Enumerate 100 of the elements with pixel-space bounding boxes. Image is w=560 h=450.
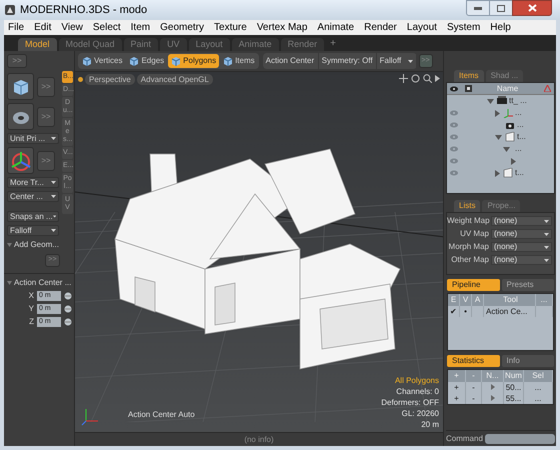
command-field[interactable] (484, 434, 555, 444)
tree-item[interactable]: ... (517, 119, 524, 131)
table-cell: ✔ (450, 306, 457, 317)
column-header: ... (536, 294, 553, 306)
dropdown-label: Snaps an ... (10, 212, 53, 222)
column-header: Tool (484, 294, 536, 306)
mesh-icon (503, 168, 513, 178)
torus-tool-button[interactable] (7, 103, 34, 130)
panel-tab[interactable]: Statistics (447, 355, 500, 367)
dropdown[interactable]: Symmetry: Off (318, 53, 377, 69)
panel-tab[interactable]: Info (502, 355, 554, 367)
mode-button[interactable]: Items (220, 54, 258, 68)
column-header: A (472, 294, 484, 306)
minimize-button[interactable] (466, 0, 490, 16)
viewport-overlay-text: Action Center Auto (128, 409, 195, 421)
dropdown-label: Falloff (380, 55, 402, 67)
cube-tool-button[interactable] (7, 73, 34, 100)
menu-item[interactable]: Texture (214, 20, 247, 35)
column-header: Num (504, 370, 524, 382)
dropdown-label: More Tr... (10, 178, 44, 188)
dropdown[interactable]: Unit Pri ... (7, 133, 59, 144)
viewport[interactable]: Perspective Advanced OpenGL Action Center Auto All Polygons Channels: 0 Deformers: OFF GL: 20260 20 m (75, 71, 443, 432)
field-label: Other Map (450, 254, 489, 266)
dropdown-label: (none) (494, 215, 518, 227)
viewport-info-text: Channels: 0 (396, 386, 439, 397)
mode-button[interactable]: Vertices (79, 54, 126, 68)
dropdown-label: Center ... (10, 192, 43, 202)
field-label: UV Map (459, 228, 489, 240)
tree-item[interactable]: ... (515, 143, 522, 155)
mesh-icon (505, 132, 515, 142)
menu-item[interactable]: Item (130, 20, 150, 35)
tree-item[interactable]: ... (515, 107, 522, 119)
close-button[interactable] (512, 0, 552, 16)
dropdown-label: (none) (494, 254, 518, 266)
collapse-arrow-icon (7, 243, 12, 247)
viewport-tab[interactable]: Advanced OpenGL (136, 74, 213, 85)
arrow-right-icon (435, 75, 440, 82)
rotate-icon (411, 74, 420, 83)
menu-item[interactable]: Help (490, 20, 511, 35)
axis-label: Y (28, 303, 34, 315)
table-cell: • (464, 306, 467, 317)
tree-item[interactable]: t... (515, 167, 524, 179)
dropdown[interactable]: Falloff (376, 53, 417, 69)
section-header[interactable]: Action Center ... (14, 277, 72, 289)
dropdown-label: (none) (494, 241, 518, 253)
dropdown[interactable]: (none) (491, 255, 552, 265)
table-cell: ... (534, 382, 542, 393)
dropdown-label: Unit Pri ... (10, 134, 46, 144)
tree-item[interactable]: tt_ ... (509, 95, 527, 107)
cube-icon (223, 56, 234, 66)
menu-item[interactable]: System (446, 20, 480, 35)
mode-label: Vertices (94, 55, 122, 67)
mode-label: Polygons (183, 55, 216, 67)
menu-item[interactable]: File (8, 20, 24, 35)
dropdown[interactable]: Snaps an ... (7, 211, 59, 222)
dropdown[interactable]: Action Center (262, 53, 319, 69)
mode-button[interactable]: Polygons (168, 54, 220, 68)
dropdown[interactable]: (none) (491, 242, 552, 252)
window-title: MODERNHO.3DS - modo (20, 2, 148, 18)
minimize-icon (474, 6, 482, 10)
dropdown[interactable]: Center ... (7, 191, 59, 202)
cube-icon (82, 56, 92, 66)
panel-tab[interactable]: Presets (502, 279, 554, 291)
clapboard-icon (497, 96, 507, 106)
menu-item[interactable]: Animate (317, 20, 354, 35)
close-icon (528, 4, 536, 12)
dropdown-label: Action Center (266, 55, 314, 67)
dropdown-label: (none) (494, 228, 518, 240)
search-icon (423, 74, 432, 83)
dropdown[interactable]: (none) (491, 216, 552, 226)
mode-button[interactable]: Edges (126, 54, 168, 68)
column-header: Sel (524, 370, 553, 382)
menu-item[interactable]: Vertex Map (256, 20, 308, 35)
tree-item[interactable]: t... (517, 131, 526, 143)
menu-item[interactable]: Edit (34, 20, 52, 35)
table-cell: - (472, 393, 475, 404)
maximize-icon (497, 4, 505, 12)
menu-item[interactable]: Geometry (160, 20, 204, 35)
panel-tab[interactable]: Lists (454, 200, 480, 212)
eye-icon (450, 86, 458, 92)
menu-item[interactable]: Select (92, 20, 121, 35)
dropdown[interactable]: More Tr... (7, 177, 59, 188)
add-tab-button[interactable]: + (326, 36, 340, 51)
section-header[interactable]: Add Geom... (14, 239, 59, 251)
column-header: E (448, 294, 460, 306)
menu-item[interactable]: View (61, 20, 83, 35)
layout-tab[interactable]: Model (18, 38, 57, 51)
mode-label: Items (235, 55, 255, 67)
dropdown[interactable]: (none) (491, 229, 552, 239)
field-label: Weight Map (447, 215, 489, 227)
transform-tool-button[interactable] (7, 147, 34, 174)
status-dot-icon (78, 77, 83, 82)
panel-tab[interactable]: Items (454, 70, 484, 82)
dropdown[interactable]: Falloff (7, 225, 59, 236)
menu-item[interactable]: Render (364, 20, 397, 35)
cube-icon (129, 56, 140, 66)
menu-item[interactable]: Layout (406, 20, 437, 35)
panel-tab[interactable]: Pipeline (447, 279, 500, 291)
maximize-button[interactable] (490, 0, 512, 16)
viewport-tab[interactable]: Perspective (85, 74, 135, 85)
